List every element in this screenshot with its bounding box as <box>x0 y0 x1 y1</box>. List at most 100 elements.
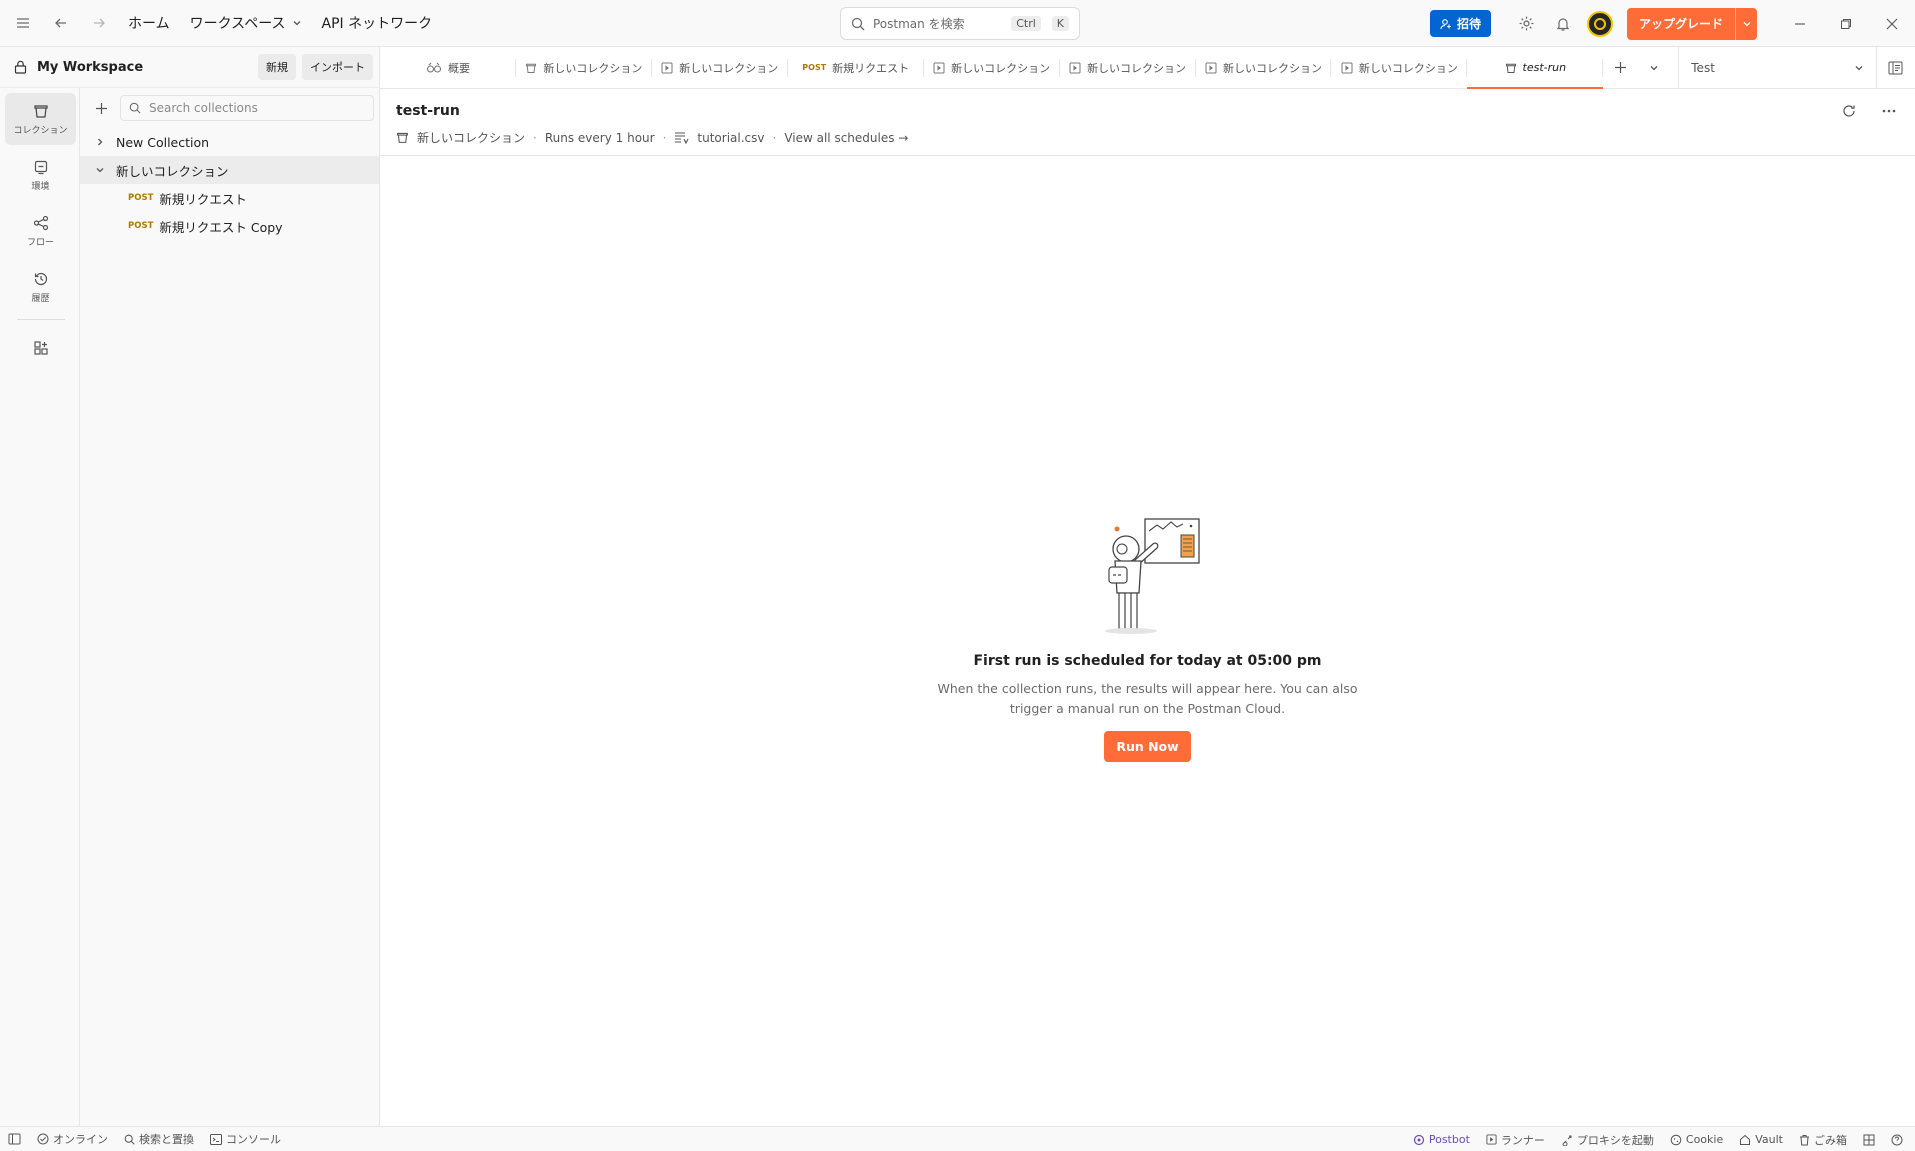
status-bar: オンライン 検索と置換 コンソール Postbot ランナー プロキシを起動 C… <box>0 1126 1915 1151</box>
upgrade-label: アップグレード <box>1638 16 1723 31</box>
search-collections-input[interactable]: Search collections <box>120 95 374 121</box>
add-widget-icon <box>33 340 49 356</box>
empty-state: First run is scheduled for today at 05:0… <box>380 517 1915 777</box>
toggle-sidebar-icon[interactable] <box>0 1133 29 1145</box>
environment-selected: Test <box>1691 60 1715 75</box>
rail-item-flows[interactable]: フロー <box>5 205 76 257</box>
forward-arrow-icon[interactable] <box>80 0 118 47</box>
global-search[interactable]: Postman を検索 Ctrl K <box>840 7 1080 40</box>
back-arrow-icon[interactable] <box>42 0 80 47</box>
vault-button[interactable]: Vault <box>1731 1133 1791 1146</box>
shortcut-ctrl: Ctrl <box>1011 16 1041 31</box>
shortcut-k: K <box>1051 16 1069 31</box>
workspace-header: My Workspace 新規 インポート <box>0 47 380 88</box>
minimize-icon[interactable] <box>1777 0 1823 47</box>
chevron-right-icon[interactable] <box>90 137 110 147</box>
close-icon[interactable] <box>1869 0 1915 47</box>
console-icon <box>210 1133 222 1145</box>
runner-icon <box>1205 62 1217 74</box>
workspaces-menu[interactable]: ワークスペース <box>180 13 312 33</box>
collections-sidebar: Search collections New Collection 新しいコレク… <box>80 88 380 1126</box>
workspaces-label: ワークスペース <box>189 16 286 32</box>
rail-item-environments[interactable]: 環境 <box>5 149 76 201</box>
header-actions <box>1833 99 1905 123</box>
tab-label: 新しいコレクション <box>543 61 643 75</box>
flows-icon <box>33 215 49 231</box>
tree-item-request[interactable]: POST 新規リクエスト Copy <box>80 212 379 240</box>
runner-button[interactable]: ランナー <box>1478 1132 1553 1148</box>
tree-item-collection[interactable]: 新しいコレクション <box>80 156 379 184</box>
tree-item-collection[interactable]: New Collection <box>80 128 379 156</box>
rail-label: フロー <box>26 237 54 248</box>
upgrade-button[interactable]: アップグレード <box>1626 7 1757 40</box>
console-button[interactable]: コンソール <box>202 1131 289 1147</box>
avatar[interactable] <box>1586 10 1613 37</box>
tab-overflow-chevron-icon[interactable] <box>1637 47 1670 88</box>
new-button[interactable]: 新規 <box>258 54 296 80</box>
restore-icon[interactable] <box>1823 0 1869 47</box>
history-icon <box>33 271 49 287</box>
tab-test-run[interactable]: test-run <box>1467 47 1604 89</box>
tab-runner[interactable]: 新しいコレクション <box>1060 47 1196 88</box>
search-icon <box>124 1134 135 1145</box>
tab-runner[interactable]: 新しいコレクション <box>924 47 1060 88</box>
postbot-button[interactable]: Postbot <box>1405 1133 1478 1146</box>
bell-icon[interactable] <box>1545 6 1581 42</box>
proxy-button[interactable]: プロキシを起動 <box>1553 1132 1662 1148</box>
tree-item-request[interactable]: POST 新規リクエスト <box>80 184 379 212</box>
tab-label: 新しいコレクション <box>1087 61 1187 75</box>
more-options-icon[interactable] <box>1873 99 1905 123</box>
tab-runner[interactable]: 新しいコレクション <box>652 47 788 88</box>
api-network-link[interactable]: API ネットワーク <box>312 13 443 33</box>
invite-button[interactable]: 招待 <box>1429 10 1491 37</box>
rail-item-configure[interactable] <box>5 334 76 362</box>
environment-quicklook-icon[interactable] <box>1875 47 1915 88</box>
rail-label: 履歴 <box>31 293 50 304</box>
data-file-icon <box>674 131 689 144</box>
tree-item-label: 新しいコレクション <box>116 163 229 179</box>
tab-collection[interactable]: 新しいコレクション <box>516 47 652 88</box>
run-data-file[interactable]: tutorial.csv <box>697 131 764 145</box>
help-icon[interactable] <box>1883 1134 1911 1146</box>
run-frequency: Runs every 1 hour <box>544 130 655 145</box>
separator-dot: · <box>772 130 777 145</box>
settings-gear-icon[interactable] <box>1509 6 1545 42</box>
run-now-button[interactable]: Run Now <box>1104 731 1191 762</box>
add-user-icon <box>1440 18 1452 30</box>
import-button[interactable]: インポート <box>302 54 373 80</box>
rail-item-collections[interactable]: コレクション <box>5 93 76 145</box>
menu-icon[interactable] <box>4 0 42 47</box>
empty-state-heading: First run is scheduled for today at 05:0… <box>973 653 1322 669</box>
home-link[interactable]: ホーム <box>118 13 180 33</box>
new-tab-button[interactable] <box>1603 47 1636 88</box>
tab-runner[interactable]: 新しいコレクション <box>1196 47 1332 88</box>
tab-overview[interactable]: 概要 <box>380 47 516 88</box>
view-all-schedules-link[interactable]: View all schedules → <box>784 131 908 145</box>
tab-runner[interactable]: 新しいコレクション <box>1331 47 1468 88</box>
tab-request[interactable]: POST 新規リクエスト <box>788 47 924 88</box>
online-status[interactable]: オンライン <box>29 1131 116 1147</box>
proxy-icon <box>1561 1134 1573 1146</box>
runner-icon <box>661 62 673 74</box>
tree-item-label: 新規リクエスト <box>159 191 247 207</box>
trash-button[interactable]: ごみ箱 <box>1791 1132 1855 1148</box>
rail-label: コレクション <box>13 125 68 136</box>
search-icon <box>851 17 865 31</box>
search-icon <box>129 102 141 114</box>
chevron-down-icon[interactable] <box>90 165 110 175</box>
run-collection-link[interactable]: 新しいコレクション <box>417 129 525 146</box>
find-replace-button[interactable]: 検索と置換 <box>116 1131 202 1147</box>
chevron-down-icon[interactable] <box>1735 7 1757 40</box>
rail-item-history[interactable]: 履歴 <box>5 261 76 313</box>
tab-label: 新しいコレクション <box>1222 61 1322 75</box>
workspace-name[interactable]: My Workspace <box>37 60 258 75</box>
environment-select[interactable]: Test <box>1678 47 1875 88</box>
tab-label: test-run <box>1522 61 1567 74</box>
runner-icon <box>933 62 945 74</box>
add-collection-button[interactable] <box>90 97 112 119</box>
refresh-icon[interactable] <box>1833 99 1865 123</box>
layout-toggle-icon[interactable] <box>1855 1134 1883 1146</box>
cookies-button[interactable]: Cookie <box>1662 1133 1731 1146</box>
search-placeholder: Postman を検索 <box>873 17 965 31</box>
invite-label: 招待 <box>1456 17 1481 31</box>
